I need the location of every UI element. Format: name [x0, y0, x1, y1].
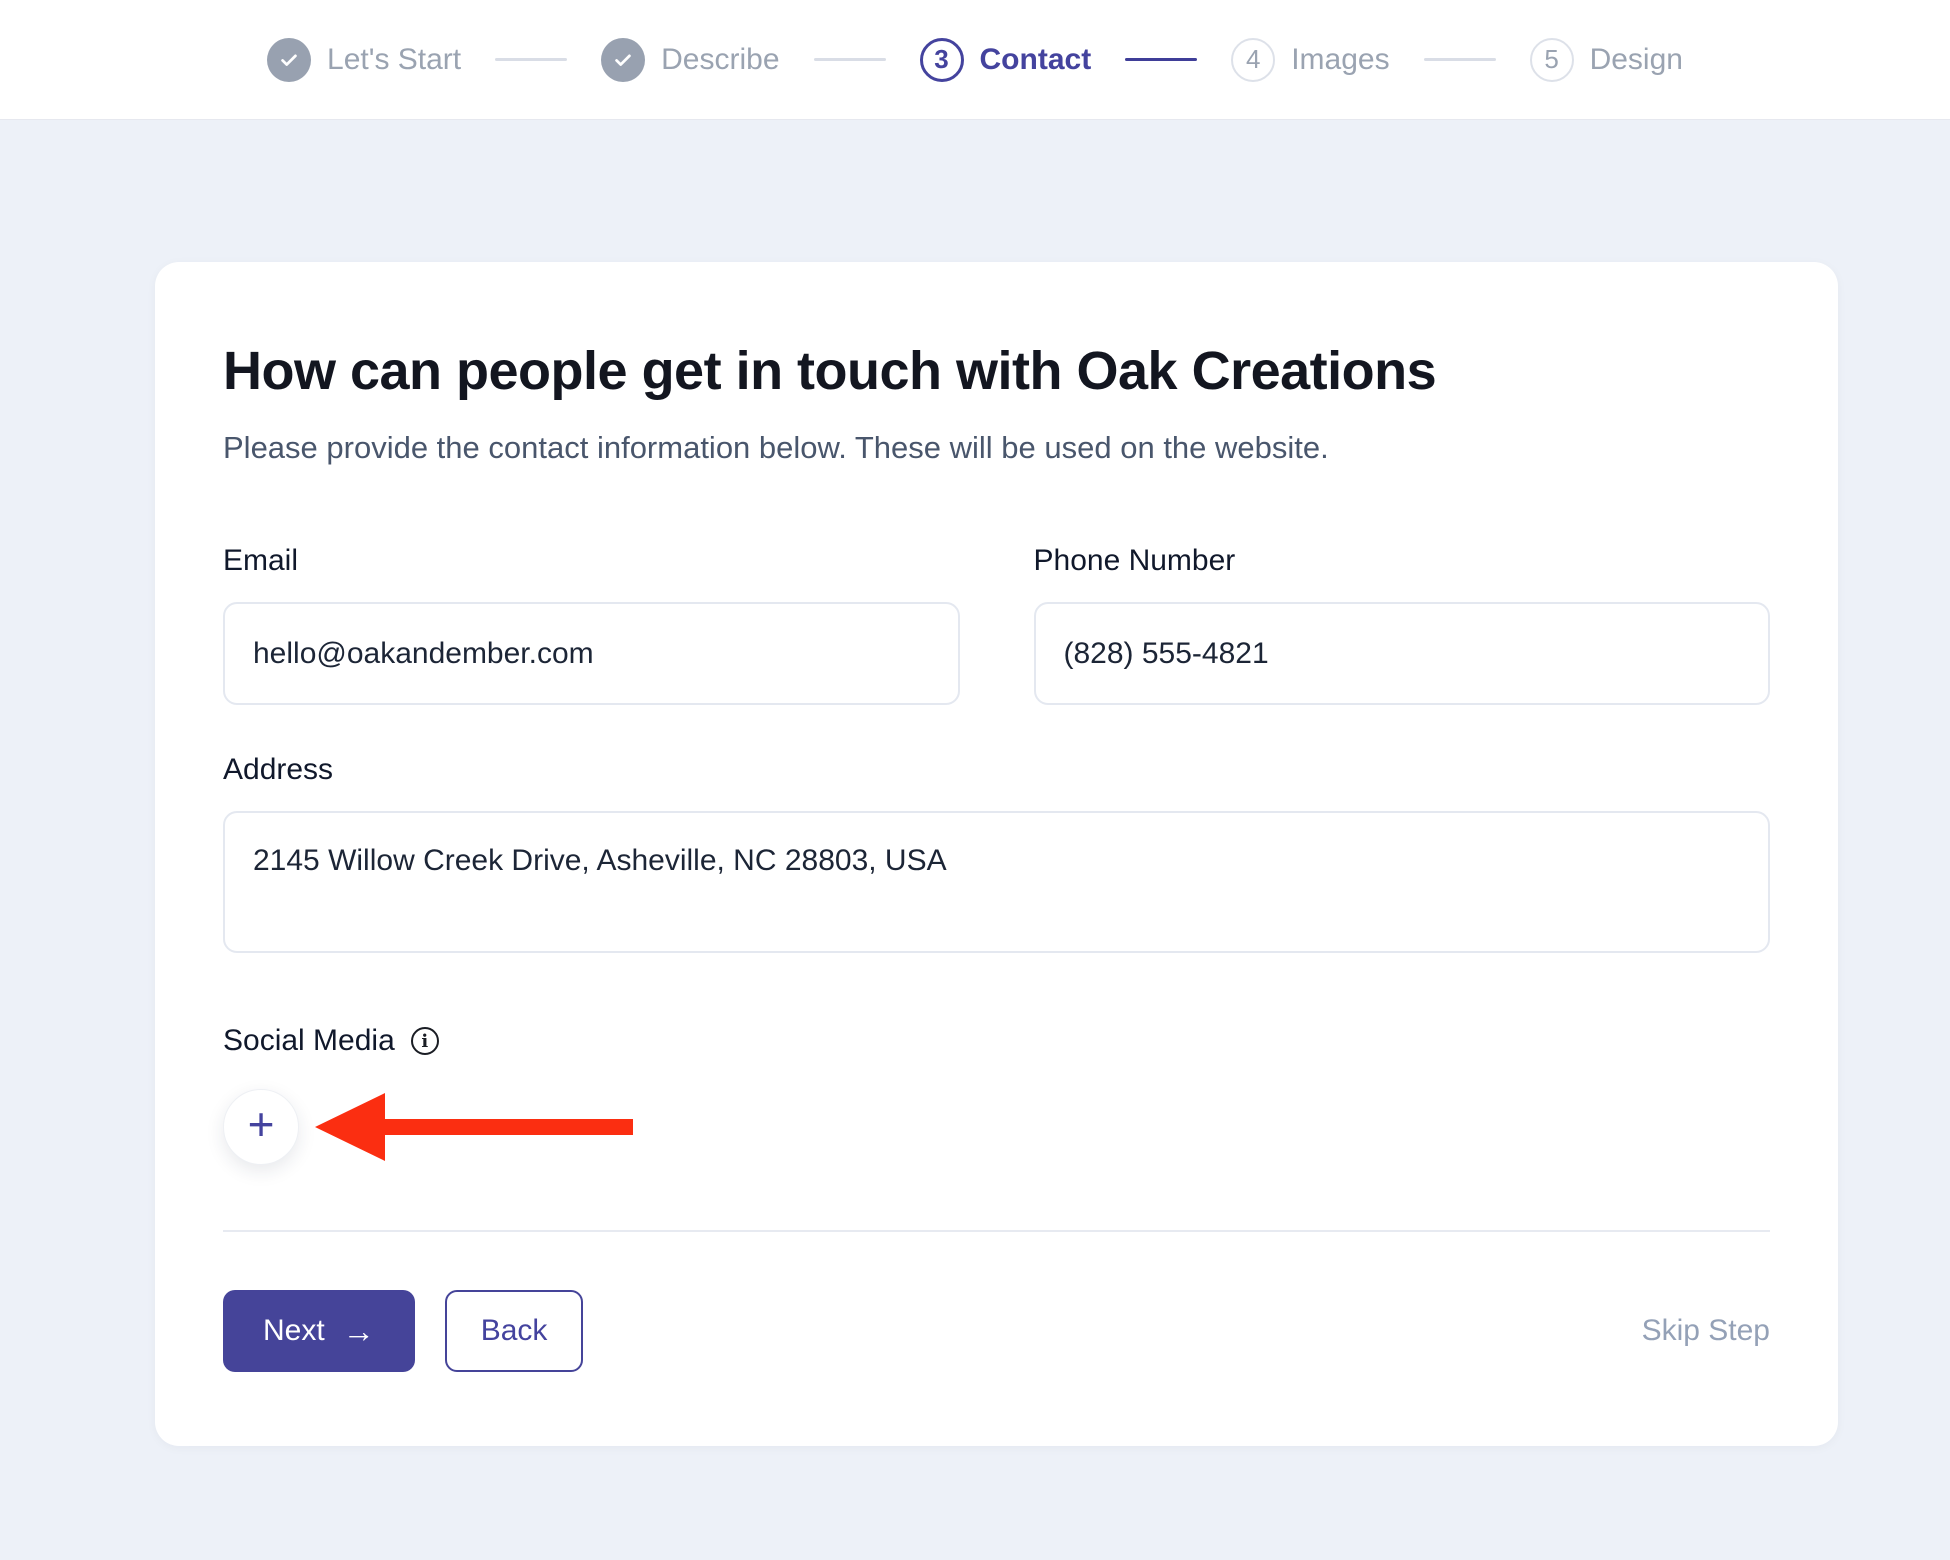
stepper-step-contact[interactable]: 3 Contact: [920, 38, 1092, 82]
stepper-connector-active: [1125, 58, 1197, 61]
skip-step-link[interactable]: Skip Step: [1642, 1314, 1770, 1348]
info-icon[interactable]: i: [411, 1027, 439, 1055]
stepper-connector: [495, 58, 567, 61]
social-media-row: +: [223, 1082, 1770, 1172]
next-button-label: Next: [263, 1314, 325, 1348]
check-icon: [267, 38, 311, 82]
email-field-group: Email: [223, 544, 960, 705]
step-number-circle: 3: [920, 38, 964, 82]
check-icon: [601, 38, 645, 82]
step-label: Describe: [661, 43, 779, 77]
form-footer: Next → Back Skip Step: [223, 1290, 1770, 1372]
stepper-step-images[interactable]: 4 Images: [1231, 38, 1389, 82]
contact-fields-row: Email Phone Number: [223, 544, 1770, 705]
annotation-arrow-left-icon: [315, 1093, 633, 1161]
email-input[interactable]: [223, 602, 960, 705]
contact-form-card: How can people get in touch with Oak Cre…: [155, 262, 1838, 1446]
page-body: How can people get in touch with Oak Cre…: [0, 262, 1950, 1446]
step-label: Images: [1291, 43, 1389, 77]
phone-label: Phone Number: [1034, 544, 1771, 578]
arrow-right-icon: →: [343, 1315, 375, 1347]
phone-input[interactable]: [1034, 602, 1771, 705]
page-subtitle: Please provide the contact information b…: [223, 430, 1770, 466]
social-media-header: Social Media i: [223, 1024, 1770, 1058]
add-social-media-button[interactable]: +: [223, 1089, 299, 1165]
stepper-step-lets-start[interactable]: Let's Start: [267, 38, 461, 82]
back-button[interactable]: Back: [445, 1290, 584, 1372]
address-field-group: Address 2145 Willow Creek Drive, Ashevil…: [223, 753, 1770, 958]
next-button[interactable]: Next →: [223, 1290, 415, 1372]
stepper-connector: [1424, 58, 1496, 61]
step-number-circle: 5: [1530, 38, 1574, 82]
social-media-section: Social Media i +: [223, 1024, 1770, 1172]
phone-field-group: Phone Number: [1034, 544, 1771, 705]
step-label: Contact: [980, 43, 1092, 77]
social-media-label: Social Media: [223, 1024, 395, 1058]
stepper-step-describe[interactable]: Describe: [601, 38, 779, 82]
step-number-circle: 4: [1231, 38, 1275, 82]
step-label: Design: [1590, 43, 1683, 77]
section-divider: [223, 1230, 1770, 1232]
email-label: Email: [223, 544, 960, 578]
address-input[interactable]: 2145 Willow Creek Drive, Asheville, NC 2…: [223, 811, 1770, 953]
address-label: Address: [223, 753, 1770, 787]
stepper-connector: [814, 58, 886, 61]
wizard-header: Let's Start Describe 3 Contact 4 Images …: [0, 0, 1950, 120]
stepper: Let's Start Describe 3 Contact 4 Images …: [267, 38, 1683, 82]
page-title: How can people get in touch with Oak Cre…: [223, 340, 1770, 402]
stepper-step-design[interactable]: 5 Design: [1530, 38, 1683, 82]
step-label: Let's Start: [327, 43, 461, 77]
